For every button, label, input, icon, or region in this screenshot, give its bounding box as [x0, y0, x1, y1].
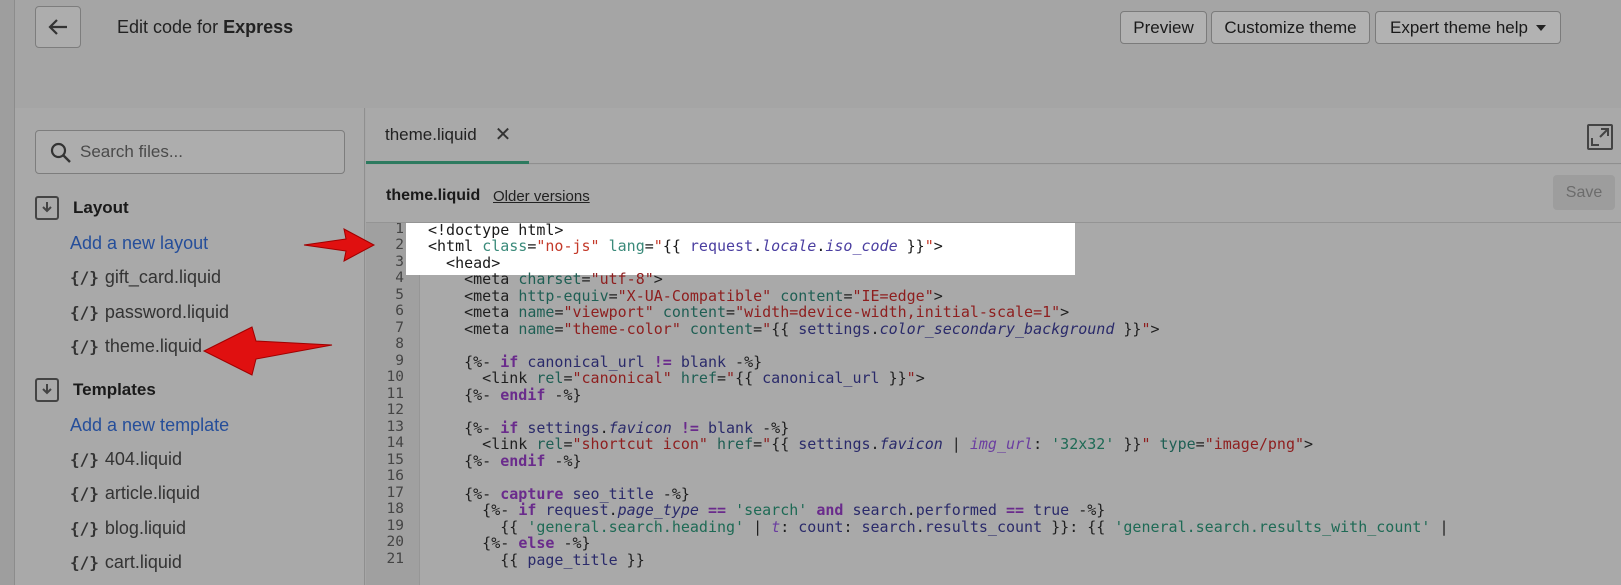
file-theme[interactable]: {/} theme.liquid: [70, 336, 202, 357]
caret-down-icon: [1535, 24, 1546, 31]
line-number: 13: [386, 419, 404, 435]
file-404[interactable]: {/} 404.liquid: [70, 449, 182, 470]
top-bar: Edit code for Express Preview Customize …: [15, 0, 1621, 108]
file-label: gift_card.liquid: [104, 267, 221, 287]
tab-label: theme.liquid: [385, 124, 477, 144]
line-number: 14: [386, 435, 404, 451]
liquid-file-icon: {/}: [70, 484, 99, 503]
line-number: 6: [395, 303, 404, 319]
code-line: <meta name="theme-color" content="{{ set…: [428, 320, 1160, 338]
code-line: {%- if request.page_type == 'search' and…: [428, 501, 1106, 519]
customize-theme-button[interactable]: Customize theme: [1211, 11, 1370, 44]
file-label: blog.liquid: [104, 518, 186, 538]
file-blog[interactable]: {/} blog.liquid: [70, 518, 186, 539]
liquid-file-icon: {/}: [70, 519, 99, 538]
back-button[interactable]: [35, 6, 81, 48]
search-box[interactable]: [35, 130, 345, 174]
line-number: 12: [386, 402, 404, 418]
editor-file-bar: theme.liquid Older versions Save: [366, 165, 1621, 223]
line-number: 9: [395, 353, 404, 369]
code-line: {%- endif -%}: [428, 452, 582, 470]
liquid-file-icon: {/}: [70, 303, 99, 322]
layout-section-heading[interactable]: Layout: [35, 196, 129, 220]
templates-heading-label: Templates: [73, 380, 156, 399]
line-number: 16: [386, 468, 404, 484]
line-number: 20: [386, 534, 404, 550]
arrow-left-icon: [48, 19, 67, 35]
code-line: <link rel="canonical" href="{{ canonical…: [428, 369, 925, 387]
line-number: 7: [395, 320, 404, 336]
line-number: 4: [395, 270, 404, 286]
line-number: 17: [386, 485, 404, 501]
file-label: article.liquid: [104, 483, 200, 503]
add-new-template-link[interactable]: Add a new template: [70, 415, 229, 436]
file-password[interactable]: {/} password.liquid: [70, 302, 229, 323]
file-gift-card[interactable]: {/} gift_card.liquid: [70, 267, 221, 288]
annotation-arrow-icon: [202, 326, 333, 376]
close-icon[interactable]: ✕: [495, 122, 512, 147]
save-button[interactable]: Save: [1553, 175, 1615, 210]
code-editor[interactable]: <!doctype html> <html class="no-js" lang…: [366, 223, 1621, 585]
line-number: 21: [386, 551, 404, 567]
code-line: <link rel="shortcut icon" href="{{ setti…: [428, 435, 1314, 453]
code-line: <meta name="viewport" content="width=dev…: [428, 303, 1070, 321]
theme-name: Express: [223, 17, 294, 37]
code-line: {%- else -%}: [428, 534, 591, 552]
search-icon: [50, 142, 71, 163]
code-line: {%- endif -%}: [428, 386, 582, 404]
file-label: 404.liquid: [104, 449, 182, 469]
editor-tab-bar: theme.liquid ✕: [366, 108, 1621, 164]
line-number: 18: [386, 501, 404, 517]
line-number: 5: [395, 287, 404, 303]
file-label: theme.liquid: [104, 336, 202, 356]
liquid-file-icon: {/}: [70, 553, 99, 572]
liquid-file-icon: {/}: [70, 268, 99, 287]
code-line: <meta charset="utf-8">: [428, 270, 663, 288]
page-title-prefix: Edit code for: [117, 17, 224, 37]
annotation-arrow-icon: [303, 228, 376, 262]
older-versions-link[interactable]: Older versions: [493, 188, 590, 205]
templates-section-heading[interactable]: Templates: [35, 378, 156, 402]
tab-theme-liquid[interactable]: theme.liquid ✕: [366, 108, 529, 164]
folder-download-icon: [35, 196, 59, 220]
file-cart[interactable]: {/} cart.liquid: [70, 552, 182, 573]
file-article[interactable]: {/} article.liquid: [70, 483, 200, 504]
search-files-input[interactable]: [80, 139, 330, 165]
layout-heading-label: Layout: [73, 198, 129, 217]
add-new-layout-link[interactable]: Add a new layout: [70, 233, 208, 254]
liquid-file-icon: {/}: [70, 337, 99, 356]
line-number: 11: [386, 386, 404, 402]
preview-button[interactable]: Preview: [1120, 11, 1207, 44]
expand-icon[interactable]: [1587, 124, 1613, 150]
expert-theme-help-label: Expert theme help: [1390, 17, 1528, 37]
line-number: 10: [386, 369, 404, 385]
current-file-name: theme.liquid: [386, 187, 481, 204]
file-label: cart.liquid: [104, 552, 182, 572]
code-line: {{ page_title }}: [428, 551, 645, 569]
code-line: <html class="no-js" lang="{{ request.loc…: [428, 237, 943, 255]
line-number: 19: [386, 518, 404, 534]
expert-theme-help-button[interactable]: Expert theme help: [1375, 11, 1561, 44]
line-number: 15: [386, 452, 404, 468]
left-rail: [0, 0, 15, 585]
line-number: 8: [395, 336, 404, 352]
folder-download-icon: [35, 378, 59, 402]
file-label: password.liquid: [104, 302, 229, 322]
page-title: Edit code for Express: [117, 17, 293, 38]
highlighted-lines: <!doctype html> <html class="no-js" lang…: [406, 223, 1075, 275]
liquid-file-icon: {/}: [70, 450, 99, 469]
